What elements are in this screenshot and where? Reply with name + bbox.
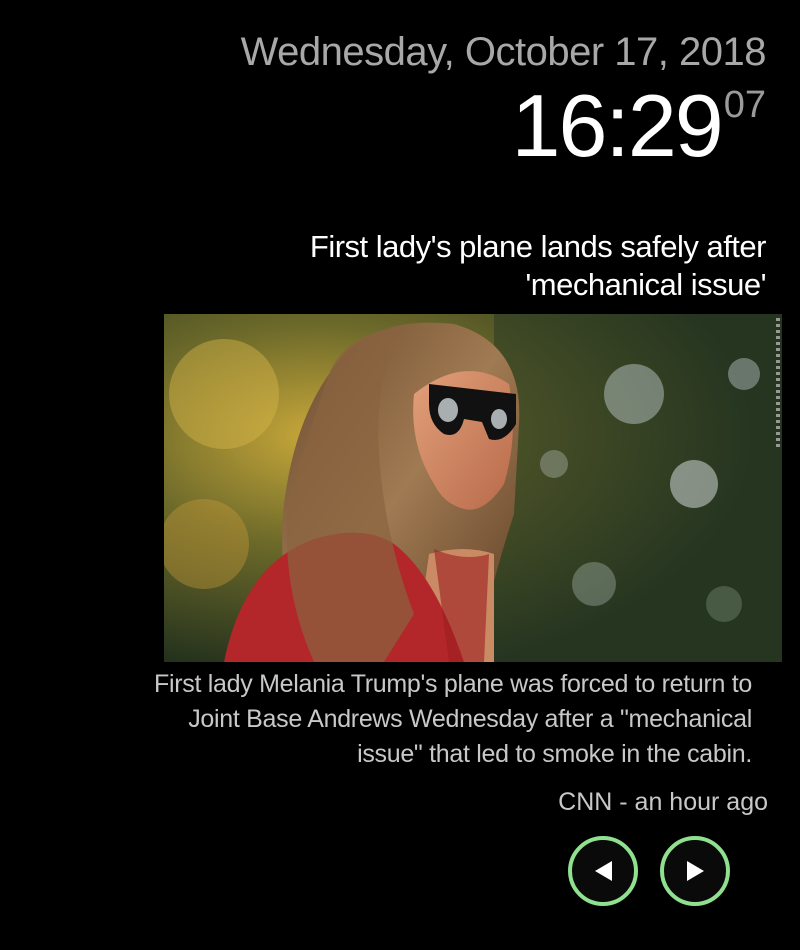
previous-button[interactable] — [568, 836, 638, 906]
triangle-right-icon — [684, 859, 706, 883]
date-label: Wednesday, October 17, 2018 — [240, 30, 767, 74]
news-source: CNN - an hour ago — [558, 788, 768, 816]
next-button[interactable] — [660, 836, 730, 906]
news-headline: First lady's plane lands safely after 'm… — [309, 229, 767, 302]
clock: 16:2907 — [512, 82, 767, 170]
triangle-left-icon — [592, 859, 614, 883]
photo-credit — [776, 318, 780, 448]
news-summary: First lady Melania Trump's plane was for… — [154, 670, 752, 768]
news-photo — [164, 314, 782, 662]
clock-time: 16:29 — [511, 76, 724, 175]
clock-seconds: 07 — [723, 84, 766, 126]
